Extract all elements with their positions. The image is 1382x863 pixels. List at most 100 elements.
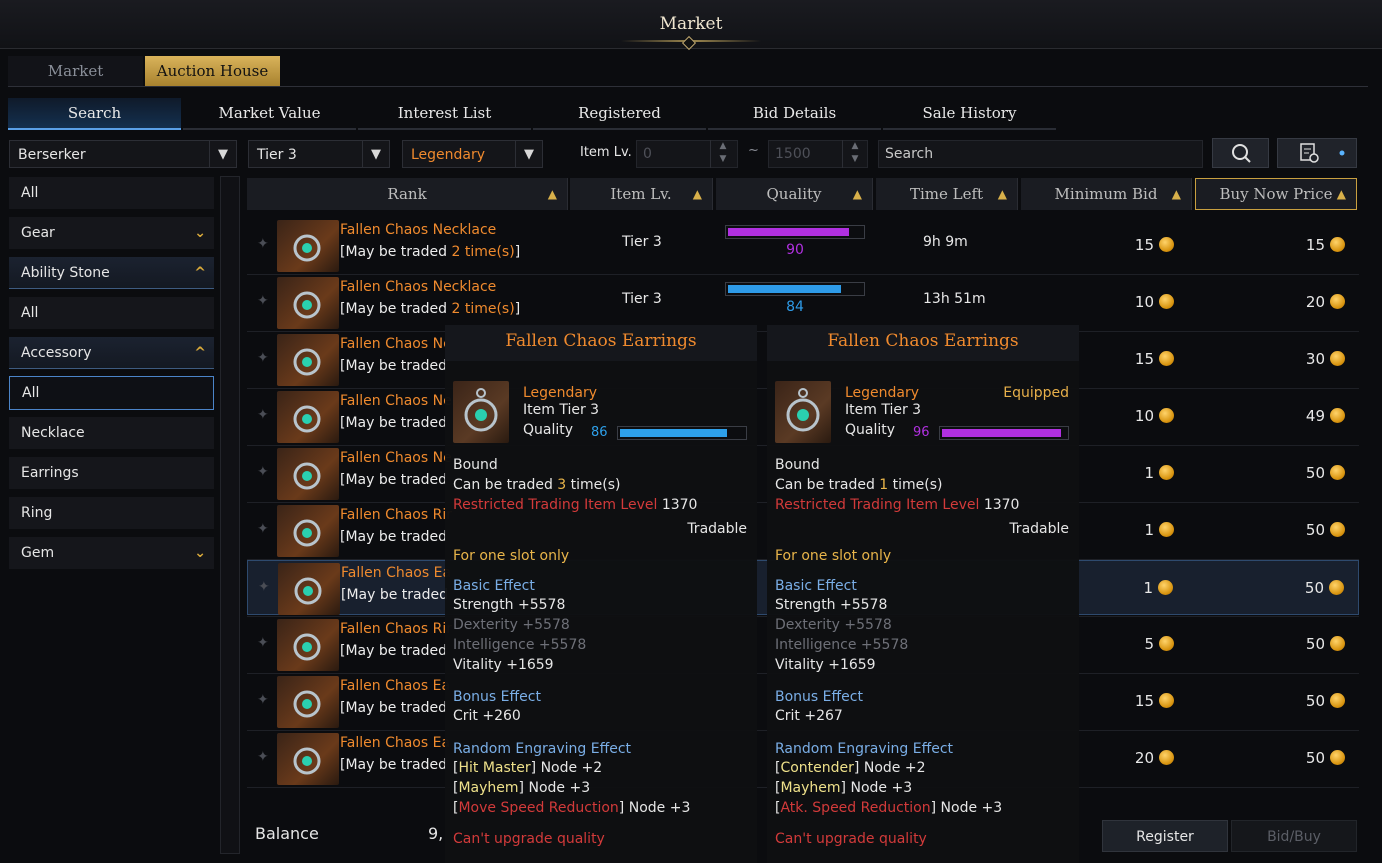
pin-icon[interactable]: ✦ bbox=[257, 464, 269, 480]
quality-value: 96 bbox=[913, 425, 930, 440]
pin-icon[interactable]: ✦ bbox=[257, 692, 269, 708]
gold-coin-icon bbox=[1330, 465, 1345, 480]
tradable-label: Tradable bbox=[687, 521, 747, 537]
gold-coin-icon bbox=[1159, 636, 1174, 651]
pin-icon[interactable]: ✦ bbox=[257, 350, 269, 366]
column-label: Minimum Bid bbox=[1054, 185, 1158, 203]
gold-coin-icon bbox=[1159, 522, 1174, 537]
tier-dropdown[interactable]: Tier 3 ▼ bbox=[248, 140, 390, 168]
sidebar-item-gear[interactable]: Gear ⌄ bbox=[9, 217, 214, 249]
gold-coin-icon bbox=[1159, 351, 1174, 366]
sidebar-item-earrings[interactable]: Earrings bbox=[9, 457, 214, 489]
buy-now-value: 15 bbox=[1305, 236, 1325, 254]
restricted-value: 1370 bbox=[983, 497, 1020, 513]
minimum-bid-value: 1 bbox=[1144, 464, 1154, 482]
sort-arrow-icon: ▲ bbox=[1336, 187, 1346, 201]
gold-coin-icon bbox=[1159, 693, 1174, 708]
sidebar-item-accessory[interactable]: Accessory ^ bbox=[9, 337, 214, 369]
sidebar-scrollbar[interactable] bbox=[220, 176, 240, 854]
item-lv-max-spinner[interactable]: ▲ ▼ bbox=[842, 140, 867, 168]
quality-fill bbox=[620, 429, 727, 437]
item-tier-label: Item Tier 3 bbox=[845, 402, 922, 418]
tab-sale-history[interactable]: Sale History bbox=[883, 98, 1056, 130]
item-icon bbox=[277, 448, 339, 500]
column-label: Item Lv. bbox=[610, 185, 672, 203]
item-tier-label: Item Tier 3 bbox=[523, 402, 600, 418]
trade-count: 2 time(s) bbox=[451, 244, 515, 260]
bid-buy-button[interactable]: Bid/Buy bbox=[1231, 820, 1357, 852]
detailed-search-button[interactable] bbox=[1277, 138, 1357, 168]
tier-dropdown-value: Tier 3 bbox=[257, 147, 297, 163]
tab-interest-list[interactable]: Interest List bbox=[358, 98, 531, 130]
tab-market[interactable]: Market bbox=[8, 56, 143, 86]
sidebar-item-ability-stone-all[interactable]: All bbox=[9, 297, 214, 329]
buy-now-price: 15 bbox=[1306, 236, 1345, 254]
balance-label: Balance bbox=[255, 824, 319, 843]
minimum-bid: 10 bbox=[1135, 293, 1174, 311]
sidebar-item-necklace[interactable]: Necklace bbox=[9, 417, 214, 449]
tab-auction-house[interactable]: Auction House bbox=[145, 56, 280, 86]
pin-icon[interactable]: ✦ bbox=[257, 749, 269, 765]
item-name: Fallen Chaos Necklace bbox=[340, 279, 497, 295]
sidebar-item-ability-stone[interactable]: Ability Stone ^ bbox=[9, 257, 214, 289]
buy-now-price: 50 bbox=[1306, 521, 1345, 539]
pin-icon[interactable]: ✦ bbox=[257, 293, 269, 309]
minimum-bid: 15 bbox=[1135, 236, 1174, 254]
engraving-node: Node +3 bbox=[528, 780, 591, 796]
restricted-label: Restricted Trading Item Level bbox=[775, 497, 980, 513]
sidebar-item-gem[interactable]: Gem ⌄ bbox=[9, 537, 214, 569]
table-row[interactable]: ✦ Fallen Chaos Necklace [May be traded 2 … bbox=[247, 218, 1359, 273]
engraving-line: [Hit Master] Node +2 bbox=[453, 760, 603, 776]
quality-label: Quality bbox=[523, 422, 574, 438]
buy-now-value: 30 bbox=[1305, 350, 1325, 368]
tab-divider bbox=[8, 86, 1368, 87]
gold-coin-icon bbox=[1329, 580, 1344, 595]
engraving-node: Node +2 bbox=[540, 760, 603, 776]
column-time-left[interactable]: Time Left ▲ bbox=[876, 178, 1018, 210]
pin-icon[interactable]: ✦ bbox=[258, 579, 270, 595]
item-trade-info: [May be traded bbox=[340, 643, 447, 659]
minimum-bid-value: 1 bbox=[1143, 579, 1153, 597]
class-dropdown[interactable]: Berserker ▼ bbox=[9, 140, 237, 168]
item-lv-min-spinner[interactable]: ▲ ▼ bbox=[710, 140, 735, 168]
gold-coin-icon bbox=[1159, 465, 1174, 480]
search-input[interactable]: Search bbox=[878, 140, 1203, 168]
engraving-line: [Mayhem] Node +3 bbox=[453, 780, 591, 796]
sidebar-item-ring[interactable]: Ring bbox=[9, 497, 214, 529]
quality-fill bbox=[728, 228, 849, 236]
pin-icon[interactable]: ✦ bbox=[257, 635, 269, 651]
sidebar-item-label: Gem bbox=[21, 545, 55, 561]
minimum-bid-value: 15 bbox=[1134, 350, 1154, 368]
title-bar: Market bbox=[0, 0, 1382, 51]
pin-icon[interactable]: ✦ bbox=[257, 407, 269, 423]
pin-icon[interactable]: ✦ bbox=[257, 521, 269, 537]
tab-market-value[interactable]: Market Value bbox=[183, 98, 356, 130]
buy-now-value: 50 bbox=[1305, 521, 1325, 539]
column-quality[interactable]: Quality ▲ bbox=[716, 178, 873, 210]
tab-search[interactable]: Search bbox=[8, 98, 181, 130]
column-rank[interactable]: Rank ▲ bbox=[247, 178, 568, 210]
basic-effect-stat: Strength +5578 bbox=[453, 597, 566, 613]
item-trade-info: [May be traded 2 time(s)] bbox=[340, 244, 520, 260]
column-minimum-bid[interactable]: Minimum Bid ▲ bbox=[1021, 178, 1192, 210]
sort-arrow-icon: ▲ bbox=[547, 187, 557, 201]
trade-prefix: [May be traded bbox=[340, 358, 448, 374]
item-trade-info: [May be traded bbox=[341, 587, 448, 603]
engraving-line: [Contender] Node +2 bbox=[775, 760, 926, 776]
tab-registered[interactable]: Registered bbox=[533, 98, 706, 130]
buy-now-price: 50 bbox=[1306, 464, 1345, 482]
table-row[interactable]: ✦ Fallen Chaos Necklace [May be traded 2 … bbox=[247, 275, 1359, 330]
sidebar-item-accessory-all[interactable]: All bbox=[9, 376, 214, 410]
chevron-down-icon: ▼ bbox=[209, 141, 236, 167]
pin-icon[interactable]: ✦ bbox=[257, 236, 269, 252]
tab-bid-details[interactable]: Bid Details bbox=[708, 98, 881, 130]
engraving-name: Mayhem bbox=[780, 780, 841, 796]
grade-dropdown[interactable]: Legendary ▼ bbox=[402, 140, 543, 168]
column-item-lv[interactable]: Item Lv. ▲ bbox=[570, 178, 713, 210]
register-button[interactable]: Register bbox=[1102, 820, 1228, 852]
sidebar-item-all[interactable]: All bbox=[9, 177, 214, 209]
engraving-effect-label: Random Engraving Effect bbox=[453, 741, 632, 757]
search-button[interactable] bbox=[1212, 138, 1269, 168]
column-buy-now-price[interactable]: Buy Now Price ▲ bbox=[1195, 178, 1357, 210]
sidebar-item-label: Accessory bbox=[21, 345, 92, 361]
